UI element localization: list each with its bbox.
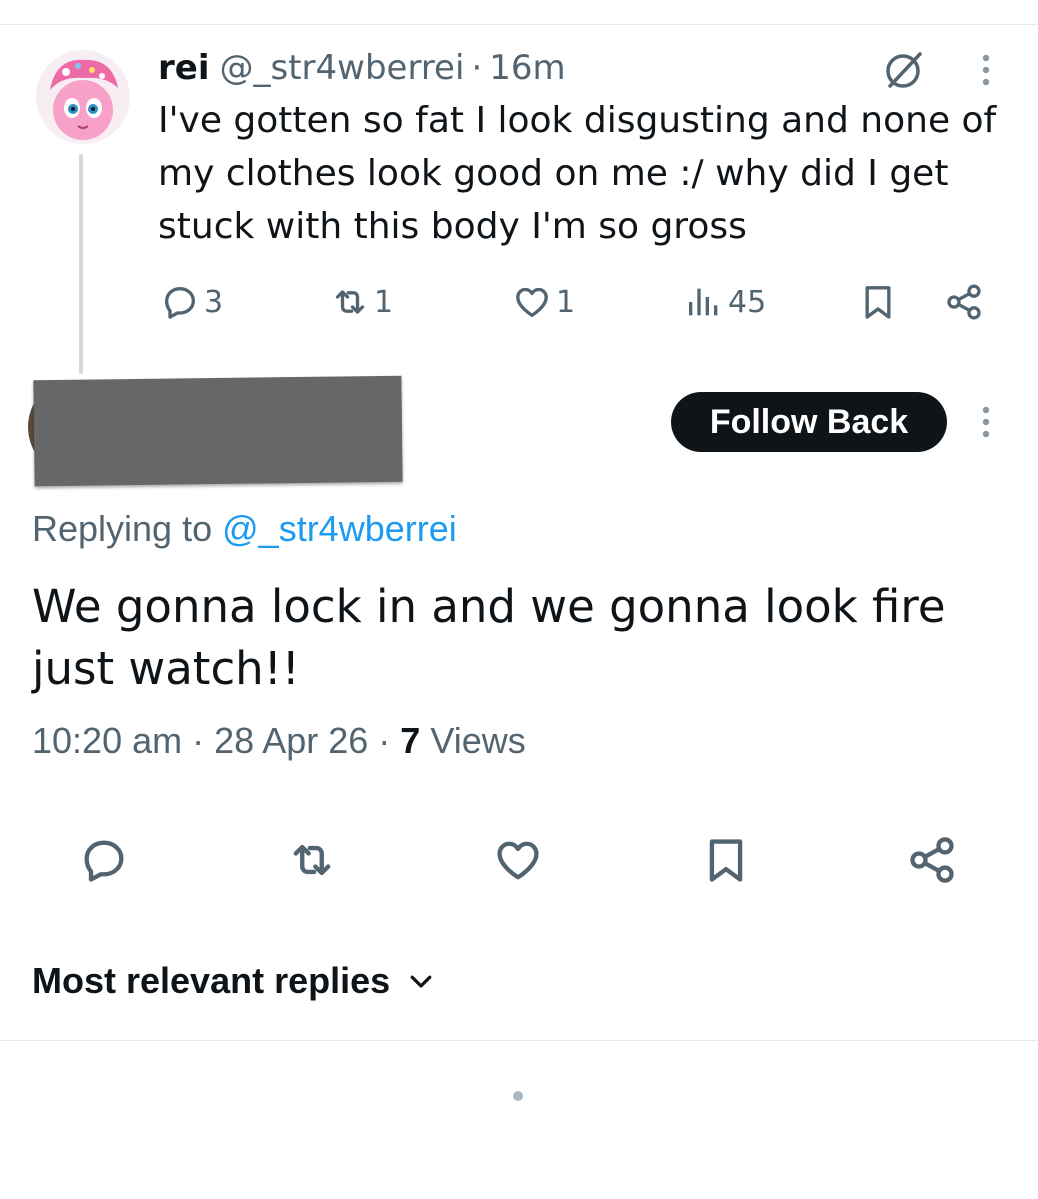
- repost-button[interactable]: 1: [330, 280, 393, 324]
- separator-dot: ·: [378, 720, 391, 761]
- like-icon: [497, 841, 539, 880]
- sort-label: Most relevant replies: [32, 960, 391, 1001]
- replying-to: Replying to @_str4wberrei: [32, 508, 457, 550]
- reply-icon: [165, 287, 195, 319]
- more-icon[interactable]: [970, 52, 1002, 88]
- follow-back-button[interactable]: Follow Back: [671, 392, 947, 452]
- reply-time[interactable]: 10:20 am: [32, 720, 182, 761]
- section-divider: [0, 1040, 1038, 1041]
- display-name[interactable]: rei: [158, 48, 209, 88]
- views-icon: [689, 288, 718, 316]
- views-button[interactable]: 45: [684, 280, 766, 324]
- reply-views-label: Views: [430, 720, 526, 761]
- separator-dot: ·: [192, 720, 205, 761]
- share-button[interactable]: [906, 834, 958, 886]
- like-button[interactable]: [492, 834, 544, 886]
- more-icon[interactable]: [970, 404, 1002, 440]
- repost-icon: [293, 844, 331, 876]
- bookmark-button[interactable]: [858, 280, 898, 324]
- share-icon: [947, 284, 981, 320]
- reply-count: 3: [204, 284, 224, 320]
- reply-text: We gonna lock in and we gonna look fire …: [32, 580, 946, 695]
- bookmark-icon: [865, 286, 891, 319]
- parent-header: rei @_str4wberrei · 16m: [158, 46, 566, 90]
- grok-icon[interactable]: [882, 48, 926, 92]
- reply-date[interactable]: 28 Apr 26: [214, 720, 368, 761]
- like-button[interactable]: 1: [512, 280, 575, 324]
- reply-button[interactable]: 3: [160, 280, 223, 324]
- repost-count: 1: [374, 284, 394, 320]
- sort-replies-dropdown[interactable]: Most relevant replies: [32, 956, 436, 1006]
- parent-avatar[interactable]: [36, 50, 130, 144]
- share-icon: [910, 837, 954, 883]
- like-count: 1: [556, 284, 576, 320]
- reply-views-count: 7: [400, 720, 421, 761]
- repost-icon: [335, 290, 365, 314]
- separator-dot: ·: [471, 48, 483, 88]
- bookmark-icon: [709, 839, 743, 882]
- replying-handle-link[interactable]: @_str4wberrei: [222, 508, 457, 549]
- bookmark-button[interactable]: [700, 834, 752, 886]
- post-time[interactable]: 16m: [489, 48, 565, 88]
- thread-line: [79, 154, 83, 374]
- redaction-box: [33, 375, 403, 487]
- reply-meta: 10:20 am · 28 Apr 26 · 7 Views: [32, 720, 526, 762]
- parent-tweet-text: I've gotten so fat I look disgusting and…: [158, 100, 997, 247]
- view-count: 45: [728, 284, 767, 320]
- user-handle[interactable]: @_str4wberrei: [219, 48, 464, 88]
- reply-button[interactable]: [78, 834, 130, 886]
- loading-indicator: [513, 1091, 523, 1101]
- reply-icon: [84, 840, 124, 882]
- like-icon: [516, 287, 548, 317]
- chevron-down-icon: [410, 975, 432, 988]
- share-button[interactable]: [944, 280, 984, 324]
- top-divider: [0, 24, 1038, 25]
- repost-button[interactable]: [286, 834, 338, 886]
- replying-prefix: Replying to: [32, 508, 213, 549]
